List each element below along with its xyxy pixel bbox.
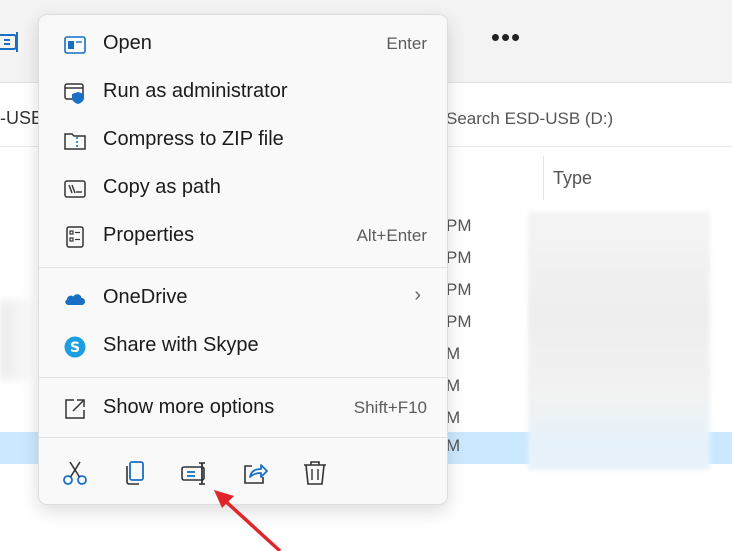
file-date-modified: M xyxy=(446,376,461,395)
menu-item-show-more-options[interactable]: Show more options Shift+F10 xyxy=(45,386,441,430)
menu-item-share-with-skype[interactable]: S Share with Skype xyxy=(45,324,441,368)
copy-path-icon xyxy=(63,177,87,201)
more-options-button[interactable]: ••• xyxy=(488,24,524,58)
menu-item-label: Show more options xyxy=(103,396,275,418)
context-menu: Open Enter Run as administrator Compress… xyxy=(38,14,448,505)
open-app-icon xyxy=(63,33,87,57)
file-date-modified: PM xyxy=(446,312,472,331)
file-date-modified: M xyxy=(446,408,461,427)
menu-item-label: Compress to ZIP file xyxy=(103,128,284,150)
menu-item-label: Share with Skype xyxy=(103,334,259,356)
menu-separator xyxy=(39,437,447,438)
blurred-file-type-column xyxy=(528,212,710,470)
menu-item-compress-to-zip[interactable]: Compress to ZIP file xyxy=(45,118,441,162)
menu-item-onedrive[interactable]: OneDrive › xyxy=(45,276,441,320)
zip-folder-icon xyxy=(63,129,87,153)
menu-item-shortcut: Shift+F10 xyxy=(353,398,427,417)
properties-icon xyxy=(63,225,87,249)
annotation-arrow xyxy=(214,490,282,551)
menu-separator xyxy=(39,377,447,378)
menu-item-label: Copy as path xyxy=(103,176,221,198)
menu-item-label: OneDrive xyxy=(103,286,188,308)
menu-item-label: Open xyxy=(103,32,152,54)
onedrive-cloud-icon xyxy=(63,287,87,311)
menu-item-shortcut: Enter xyxy=(386,34,427,53)
chevron-right-icon: › xyxy=(414,284,421,306)
menu-item-copy-as-path[interactable]: Copy as path xyxy=(45,166,441,210)
copy-button[interactable] xyxy=(119,457,151,489)
menu-item-run-as-administrator[interactable]: Run as administrator xyxy=(45,70,441,114)
admin-shield-icon xyxy=(63,81,87,105)
menu-item-open[interactable]: Open Enter xyxy=(45,22,441,66)
menu-item-label: Properties xyxy=(103,224,195,246)
show-more-options-icon xyxy=(63,397,87,421)
cut-button[interactable] xyxy=(59,457,91,489)
skype-icon: S xyxy=(63,335,87,359)
file-date-modified: PM xyxy=(446,248,472,267)
menu-item-shortcut: Alt+Enter xyxy=(356,226,427,245)
file-date-modified: M xyxy=(446,436,461,455)
file-date-modified: PM xyxy=(446,280,472,299)
address-breadcrumb[interactable]: -USB xyxy=(0,108,43,129)
menu-separator xyxy=(39,267,447,268)
file-date-modified: M xyxy=(446,344,461,363)
rename-icon[interactable] xyxy=(0,30,22,54)
search-placeholder: Search ESD-USB (D:) xyxy=(446,109,614,128)
menu-item-properties[interactable]: Properties Alt+Enter xyxy=(45,214,441,258)
copy-icon xyxy=(126,461,144,485)
column-divider[interactable] xyxy=(543,156,544,200)
menu-item-label: Run as administrator xyxy=(103,80,288,102)
column-header-type[interactable]: Type xyxy=(553,168,592,189)
blurred-file-name-area xyxy=(0,300,38,380)
scissors-icon xyxy=(63,461,87,485)
svg-text:S: S xyxy=(70,340,80,356)
file-date-modified: PM xyxy=(446,216,472,235)
